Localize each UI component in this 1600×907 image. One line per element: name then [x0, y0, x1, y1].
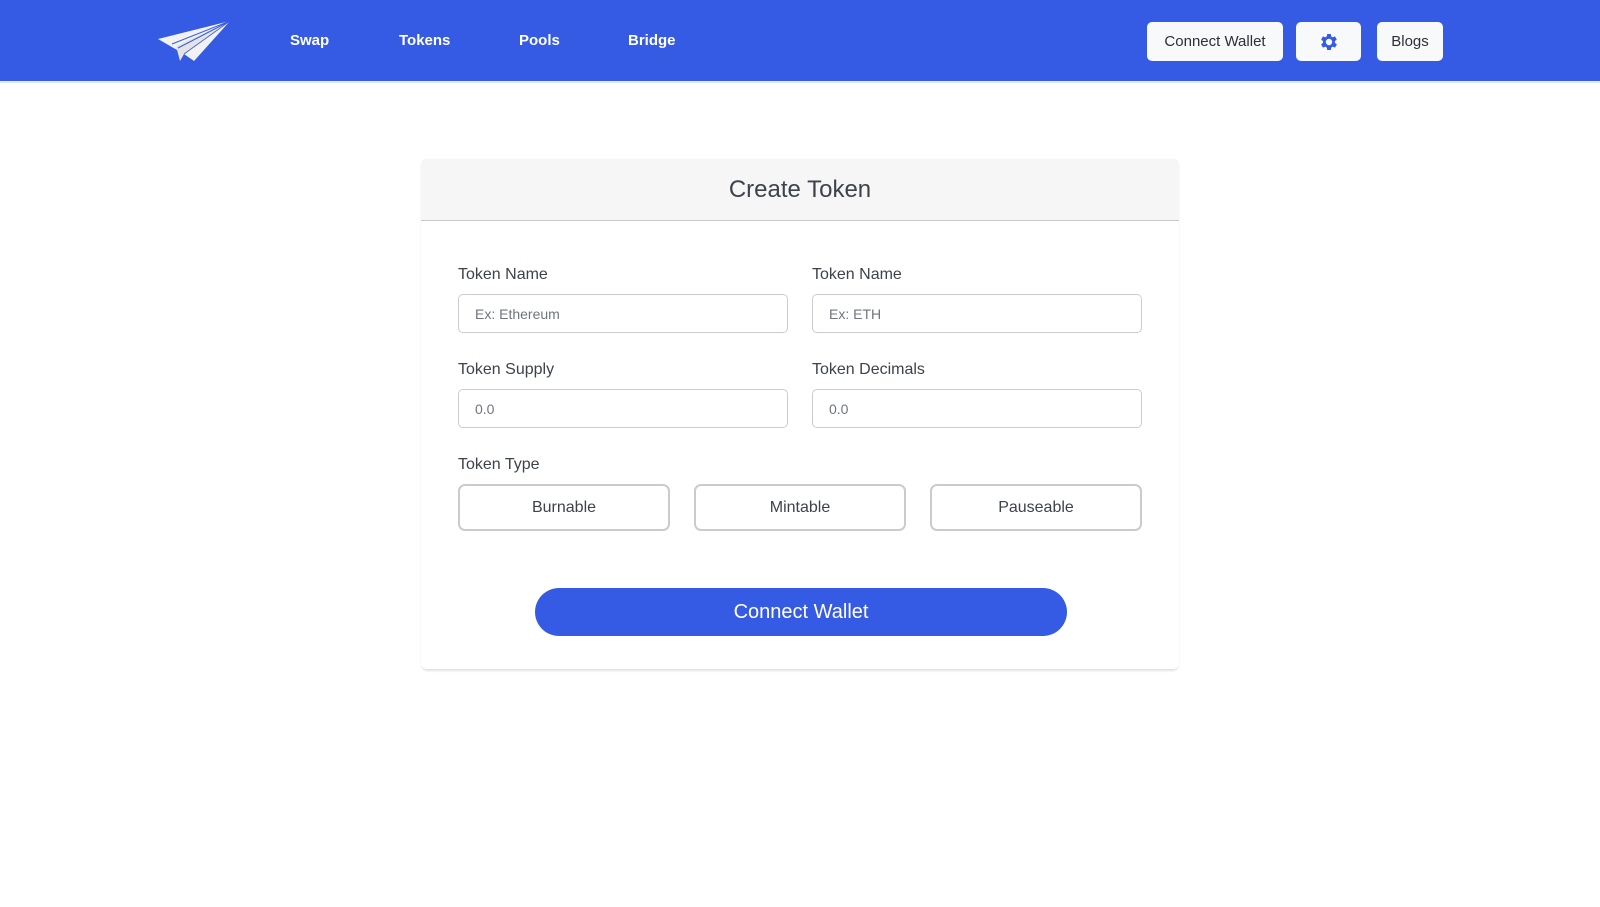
nav-link-pools[interactable]: Pools [519, 32, 560, 49]
create-token-card: Create Token Token Name Token Name Token… [421, 159, 1179, 669]
gear-icon [1320, 33, 1337, 50]
connect-wallet-nav-button[interactable]: Connect Wallet [1147, 22, 1283, 61]
token-supply-input[interactable] [458, 389, 788, 428]
nav-link-bridge[interactable]: Bridge [628, 32, 676, 49]
token-decimals-input[interactable] [812, 389, 1142, 428]
card-header: Create Token [421, 159, 1179, 221]
burnable-option-button[interactable]: Burnable [458, 484, 670, 531]
token-name-input[interactable] [458, 294, 788, 333]
token-type-label: Token Type [458, 456, 540, 473]
token-symbol-label: Token Name [812, 266, 902, 283]
settings-button[interactable] [1296, 22, 1361, 61]
token-name-label: Token Name [458, 266, 548, 283]
token-supply-label: Token Supply [458, 361, 555, 378]
top-navbar: Swap Tokens Pools Bridge Connect Wallet … [0, 0, 1600, 83]
token-decimals-label: Token Decimals [812, 361, 925, 378]
token-symbol-input[interactable] [812, 294, 1142, 333]
pauseable-option-button[interactable]: Pauseable [930, 484, 1142, 531]
nav-link-swap[interactable]: Swap [290, 32, 329, 49]
paper-plane-logo-icon[interactable] [158, 21, 230, 63]
blogs-button[interactable]: Blogs [1377, 22, 1443, 61]
page-title: Create Token [728, 175, 872, 203]
mintable-option-button[interactable]: Mintable [694, 484, 906, 531]
nav-link-tokens[interactable]: Tokens [399, 32, 450, 49]
connect-wallet-submit-button[interactable]: Connect Wallet [535, 588, 1067, 636]
